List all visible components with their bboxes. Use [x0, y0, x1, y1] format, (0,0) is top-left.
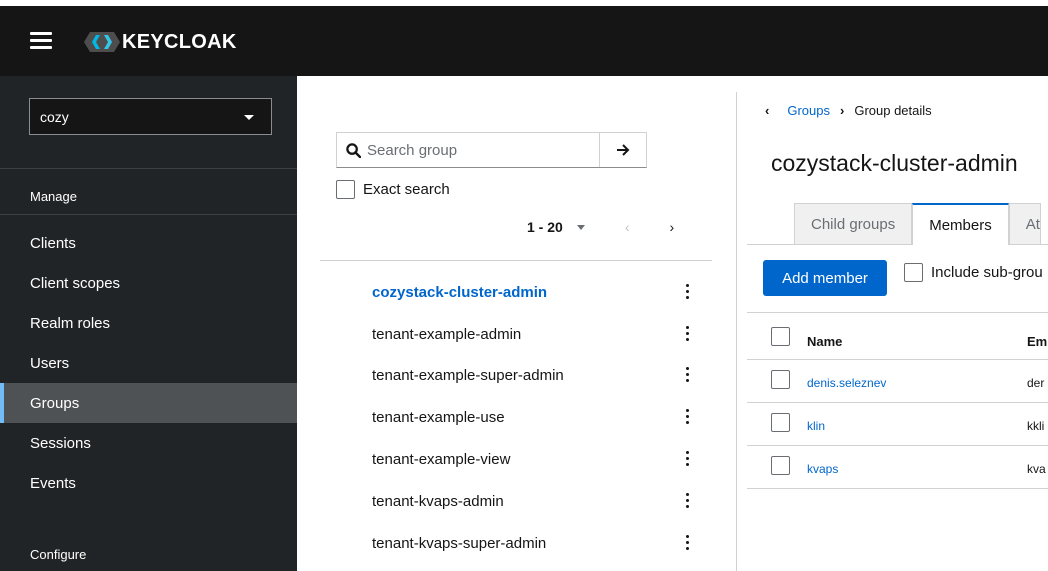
sidebar-section-manage: Manage: [30, 189, 77, 204]
sidebar-item-label: Realm roles: [30, 314, 111, 332]
previous-page-icon[interactable]: ‹: [625, 219, 630, 235]
group-name: tenant-example-super-admin: [372, 366, 564, 384]
caret-down-icon: [244, 115, 254, 120]
breadcrumb: ‹ Groups › Group details: [765, 103, 932, 118]
arrow-right-icon: [617, 144, 630, 156]
hamburger-menu-icon[interactable]: [30, 32, 52, 50]
chevron-right-icon: ›: [839, 103, 845, 118]
page-title: cozystack-cluster-admin: [771, 150, 1018, 176]
tab-label: Members: [929, 216, 992, 234]
sidebar-divider: [0, 214, 297, 215]
select-all-checkbox[interactable]: [771, 327, 790, 346]
realm-selector[interactable]: cozy: [29, 98, 272, 135]
member-username-link[interactable]: klin: [807, 419, 825, 433]
group-item[interactable]: tenant-kvaps-super-admin: [372, 533, 702, 553]
keycloak-logo-icon: [84, 32, 120, 52]
kebab-menu-icon[interactable]: [686, 493, 690, 511]
row-checkbox[interactable]: [771, 456, 790, 475]
next-page-icon[interactable]: ›: [669, 219, 674, 235]
member-email: der: [1027, 376, 1045, 390]
group-name: tenant-example-view: [372, 450, 511, 468]
search-group-box: [336, 132, 647, 168]
exact-search-option: Exact search: [336, 180, 450, 199]
tab-child-groups[interactable]: Child groups: [794, 203, 913, 245]
groups-panel: Exact search 1 - 20 ‹ › cozystack-cluste…: [297, 76, 735, 571]
sidebar-item-label: Clients: [30, 234, 76, 252]
tab-label: Child groups: [811, 215, 896, 233]
kebab-menu-icon[interactable]: [686, 367, 690, 385]
sidebar-item-clients[interactable]: Clients: [0, 223, 297, 263]
include-subgroups-label: Include sub-grou: [931, 264, 1043, 281]
group-name: cozystack-cluster-admin: [372, 283, 548, 301]
sidebar-item-label: Sessions: [30, 434, 91, 452]
pagination-range[interactable]: 1 - 20: [527, 219, 563, 235]
kebab-menu-icon[interactable]: [686, 535, 690, 553]
sidebar-item-label: Client scopes: [30, 274, 121, 292]
chevron-left-icon[interactable]: ‹: [765, 103, 769, 118]
breadcrumb-link-groups[interactable]: Groups: [787, 103, 830, 118]
search-submit-button[interactable]: [599, 133, 646, 167]
group-item[interactable]: tenant-example-admin: [372, 324, 702, 344]
kebab-menu-icon[interactable]: [686, 409, 690, 427]
sidebar-item-realm-roles[interactable]: Realm roles: [0, 303, 297, 343]
per-page-caret-icon[interactable]: [576, 224, 585, 230]
table-divider: [747, 312, 1048, 313]
group-item[interactable]: tenant-kvaps-admin: [372, 491, 702, 511]
sidebar-item-events[interactable]: Events: [0, 463, 297, 503]
sidebar-item-label: Users: [30, 354, 70, 372]
group-item[interactable]: cozystack-cluster-admin: [372, 282, 702, 302]
group-item[interactable]: tenant-example-super-admin: [372, 365, 702, 385]
sidebar: cozy Manage Clients Client scopes Realm …: [0, 76, 297, 571]
brand-name: KEYCLOAK: [122, 30, 237, 53]
tab-members[interactable]: Members: [912, 203, 1009, 245]
kebab-menu-icon[interactable]: [686, 284, 690, 302]
sidebar-item-sessions[interactable]: Sessions: [0, 423, 297, 463]
include-subgroups-option: Include sub-grou: [904, 263, 1043, 282]
group-name: tenant-example-use: [372, 408, 505, 426]
member-email: kva: [1027, 462, 1046, 476]
pagination: 1 - 20 ‹ ›: [527, 217, 674, 237]
add-member-button[interactable]: Add member: [763, 260, 887, 296]
table-row: klin kkli: [747, 403, 1048, 446]
breadcrumb-current: Group details: [854, 103, 932, 118]
column-header-name[interactable]: Name: [807, 334, 842, 349]
group-name: tenant-kvaps-admin: [372, 492, 504, 510]
realm-name: cozy: [40, 108, 69, 125]
table-row: denis.seleznev der: [747, 360, 1048, 403]
search-icon: [346, 142, 361, 158]
member-username-link[interactable]: denis.seleznev: [807, 376, 886, 390]
group-item[interactable]: tenant-example-use: [372, 407, 702, 427]
exact-search-label: Exact search: [363, 181, 450, 198]
detail-tabs: Child groups Members At: [794, 203, 1041, 245]
sidebar-item-groups[interactable]: Groups: [0, 383, 297, 423]
group-name: tenant-example-admin: [372, 325, 522, 343]
member-username-link[interactable]: kvaps: [807, 462, 838, 476]
group-name: tenant-kvaps-super-admin: [372, 534, 547, 552]
column-header-email[interactable]: Em: [1027, 334, 1047, 349]
member-email: kkli: [1027, 419, 1045, 433]
tab-label: At: [1025, 215, 1040, 233]
sidebar-divider: [0, 168, 297, 169]
row-checkbox[interactable]: [771, 413, 790, 432]
group-item[interactable]: tenant-example-view: [372, 449, 702, 469]
kebab-menu-icon[interactable]: [686, 451, 690, 469]
sidebar-section-configure: Configure: [30, 547, 87, 562]
sidebar-item-client-scopes[interactable]: Client scopes: [0, 263, 297, 303]
group-detail-panel: ‹ Groups › Group details cozystack-clust…: [737, 76, 1048, 571]
keycloak-logo[interactable]: KEYCLOAK: [84, 30, 237, 54]
table-divider: [747, 488, 1048, 489]
include-subgroups-checkbox[interactable]: [904, 263, 923, 282]
search-group-input[interactable]: [367, 141, 592, 159]
sidebar-item-users[interactable]: Users: [0, 343, 297, 383]
groups-divider: [320, 260, 712, 261]
tab-attributes[interactable]: At: [1008, 203, 1041, 245]
row-checkbox[interactable]: [771, 370, 790, 389]
table-row: kvaps kva: [747, 446, 1048, 489]
sidebar-item-label: Groups: [30, 394, 80, 412]
exact-search-checkbox[interactable]: [336, 180, 355, 199]
kebab-menu-icon[interactable]: [686, 326, 690, 344]
masthead: KEYCLOAK: [0, 0, 1048, 76]
sidebar-item-label: Events: [30, 474, 76, 492]
